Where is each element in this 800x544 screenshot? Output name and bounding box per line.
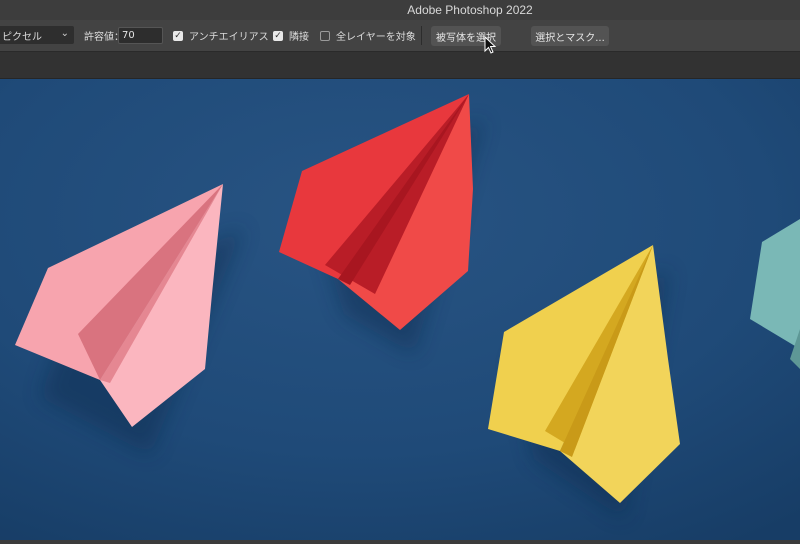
- chevron-down-icon: ⌄: [60, 28, 69, 39]
- contiguous-label: 隣接: [289, 32, 309, 43]
- sample-size-dropdown[interactable]: ピクセル ⌄: [0, 26, 74, 44]
- sample-all-layers-option[interactable]: 全レイヤーを対象: [320, 20, 416, 51]
- sample-all-layers-checkbox[interactable]: [320, 30, 330, 41]
- mouse-cursor-icon: [484, 36, 497, 54]
- options-bar: ピクセル ⌄ 許容値： 70 ✓ アンチエイリアス ✓ 隣接 全レイヤーを対象 …: [0, 20, 800, 52]
- tolerance-value: 70: [122, 30, 135, 41]
- sample-size-value: ピクセル: [2, 31, 42, 43]
- app-title: Adobe Photoshop 2022: [407, 3, 533, 17]
- anti-alias-label: アンチエイリアス: [189, 32, 269, 43]
- title-bar: Adobe Photoshop 2022: [0, 0, 800, 20]
- contiguous-checkbox[interactable]: ✓: [273, 30, 283, 41]
- anti-alias-option[interactable]: ✓ アンチエイリアス: [173, 20, 269, 51]
- document-tab-bar: [0, 52, 800, 79]
- divider: [421, 26, 422, 45]
- tolerance-input[interactable]: 70: [118, 27, 163, 44]
- select-and-mask-button[interactable]: 選択とマスク...: [531, 26, 609, 46]
- canvas-image: [0, 79, 800, 540]
- anti-alias-checkbox[interactable]: ✓: [173, 30, 183, 41]
- contiguous-option[interactable]: ✓ 隣接: [273, 20, 309, 51]
- document-canvas[interactable]: [0, 79, 800, 540]
- sample-all-layers-label: 全レイヤーを対象: [336, 32, 416, 43]
